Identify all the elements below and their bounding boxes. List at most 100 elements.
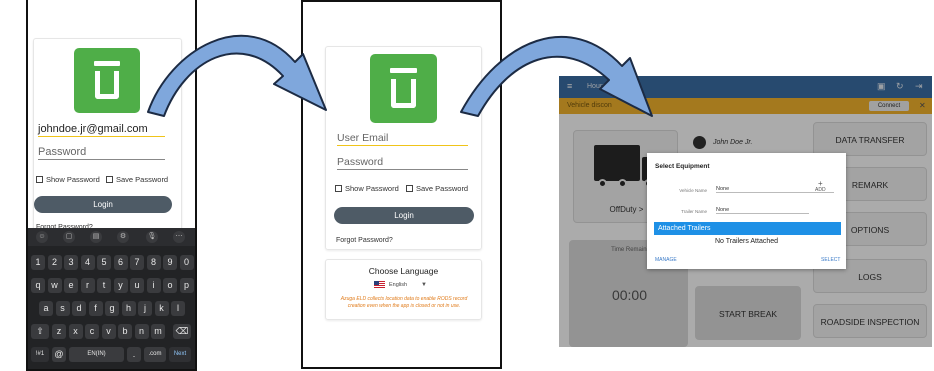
key-e[interactable]: e [64,278,78,293]
key-n[interactable]: n [134,324,149,339]
password-field[interactable]: Password [337,156,468,170]
emoji-icon[interactable]: ☺ [36,231,48,243]
select-equipment-dialog: Select Equipment Vehicle Name None Trail… [647,153,846,269]
key-m[interactable]: m [151,324,165,339]
key-s[interactable]: s [55,301,70,316]
dropdown-caret-icon: ▼ [421,281,427,288]
checkbox-icon [36,176,43,183]
backspace-key[interactable]: ⌫ [173,324,191,339]
onscreen-keyboard: ☺ ▢ ▤ ⚙ 🎙 ⋯ 1234567890 qwertyuiop asdfghjk… [28,228,195,369]
key-g[interactable]: g [105,301,119,316]
key-h[interactable]: h [121,301,136,316]
no-trailers-message: No Trailers Attached [714,238,779,245]
login-screen-with-keyboard: johndoe.jr@gmail.com Password Show Passw… [26,0,197,371]
symbols-key[interactable]: !#1 [31,347,49,362]
key-1[interactable]: 1 [31,255,45,270]
email-field[interactable]: johndoe.jr@gmail.com [38,123,165,137]
checkbox-icon [106,176,113,183]
checkbox-icon [406,185,413,192]
key-6[interactable]: 6 [113,255,128,270]
next-key[interactable]: Next [169,347,191,362]
attached-trailers-header: Attached Trailers [654,222,841,235]
save-password-checkbox[interactable]: Save Password [106,175,168,184]
app-logo [370,54,437,123]
key-o[interactable]: o [163,278,177,293]
checkbox-icon [335,185,342,192]
login-button[interactable]: Login [34,196,172,213]
save-password-label: Save Password [416,184,469,193]
trailer-name-field[interactable]: None [716,207,809,214]
keyboard-toolbar: ☺ ▢ ▤ ⚙ 🎙 ⋯ [28,228,195,246]
shift-key[interactable]: ⇧ [31,324,49,339]
at-key[interactable]: @ [52,347,66,362]
trailer-name-label: Trailer Name [681,209,707,214]
key-7[interactable]: 7 [130,255,144,270]
login-card: johndoe.jr@gmail.com Password Show Passw… [33,38,182,238]
show-password-checkbox[interactable]: Show Password [36,175,100,184]
key-j[interactable]: j [138,301,152,316]
forgot-password-link[interactable]: Forgot Password? [336,237,393,244]
key-u[interactable]: u [130,278,144,293]
key-l[interactable]: l [171,301,185,316]
language-dropdown[interactable]: English ▼ [374,281,427,288]
more-icon[interactable]: ⋯ [173,231,185,243]
key-f[interactable]: f [88,301,103,316]
space-key[interactable]: EN(IN) [69,347,124,362]
save-password-label: Save Password [116,175,169,184]
key-t[interactable]: t [97,278,111,293]
add-trailer-button[interactable]: + ADD [815,180,826,194]
key-v[interactable]: v [101,324,116,339]
email-field[interactable]: User Email [337,132,468,146]
key-r[interactable]: r [80,278,95,293]
key-3[interactable]: 3 [64,255,78,270]
logo-cup [391,79,416,108]
tablet-dashboard: ≡ Hours of ▣ ↻ ⇥ Vehicle discon Connect … [559,76,932,347]
key-d[interactable]: d [72,301,86,316]
show-password-label: Show Password [46,175,100,184]
key-b[interactable]: b [118,324,132,339]
logo-lid [390,68,417,73]
show-password-label: Show Password [345,184,399,193]
location-notice: Azuga ELD collects location data to enab… [340,296,468,309]
dialog-title: Select Equipment [655,163,710,170]
language-card: Choose Language English ▼ Azuga ELD coll… [325,259,482,320]
save-password-checkbox[interactable]: Save Password [406,184,468,193]
logo-cup [95,71,119,99]
key-k[interactable]: k [154,301,169,316]
key-8[interactable]: 8 [146,255,161,270]
add-label: ADD [815,187,826,193]
us-flag-icon [374,281,385,288]
manage-button[interactable]: MANAGE [655,257,677,263]
vehicle-name-label: Vehicle Name [679,188,707,193]
select-button[interactable]: SELECT [821,257,840,263]
key-x[interactable]: x [68,324,83,339]
login-button[interactable]: Login [334,207,474,224]
login-card: User Email Password Show Password Save P… [325,46,482,250]
key-y[interactable]: y [113,278,128,293]
key-2[interactable]: 2 [47,255,62,270]
key-9[interactable]: 9 [163,255,177,270]
microphone-icon[interactable]: 🎙 [146,231,158,243]
key-w[interactable]: w [47,278,62,293]
app-logo [74,48,140,113]
choose-language-title: Choose Language [368,266,439,276]
clipboard-icon[interactable]: ▢ [63,231,75,243]
key-5[interactable]: 5 [97,255,111,270]
login-screen: User Email Password Show Password Save P… [301,0,502,369]
key-a[interactable]: a [39,301,53,316]
language-value: English [389,281,408,288]
key-4[interactable]: 4 [80,255,95,270]
key-i[interactable]: i [146,278,161,293]
text-edit-icon[interactable]: ▤ [90,231,102,243]
show-password-checkbox[interactable]: Show Password [335,184,399,193]
logo-lid [94,61,120,66]
key-c[interactable]: c [85,324,99,339]
key-z[interactable]: z [52,324,66,339]
period-key[interactable]: . [127,347,141,362]
settings-icon[interactable]: ⚙ [117,231,129,243]
key-q[interactable]: q [31,278,45,293]
key-p[interactable]: p [179,278,194,293]
password-field[interactable]: Password [38,146,165,160]
dotcom-key[interactable]: .com [144,347,166,362]
key-0[interactable]: 0 [179,255,194,270]
